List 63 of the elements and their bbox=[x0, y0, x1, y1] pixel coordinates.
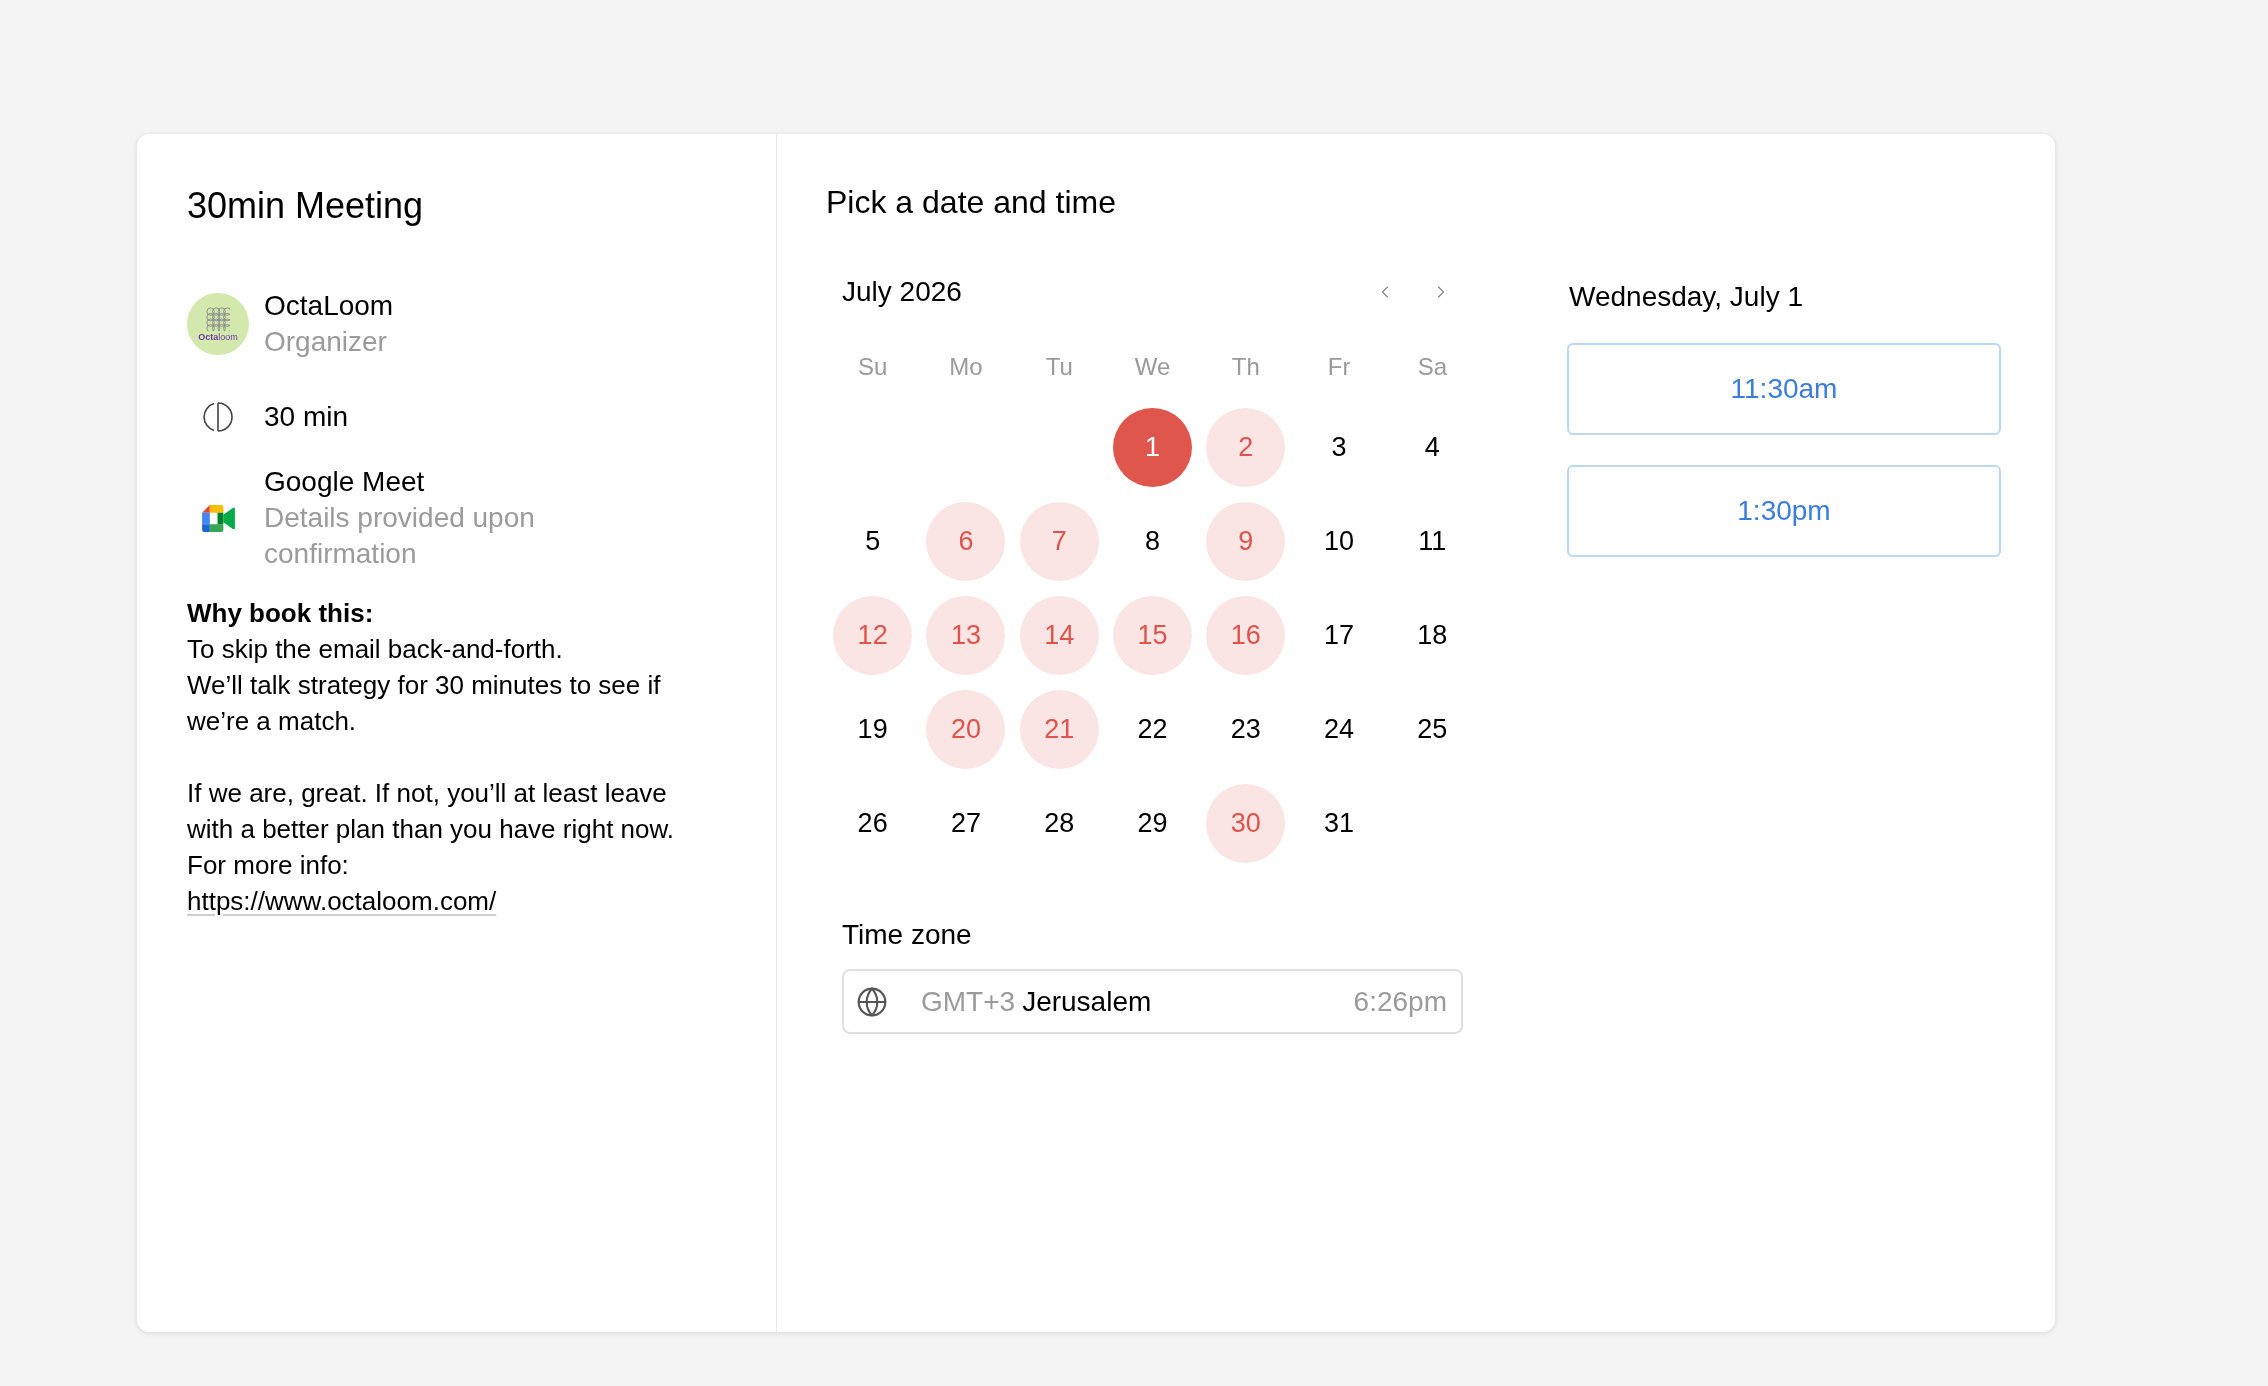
day-button[interactable]: 15 bbox=[1113, 595, 1192, 675]
day-number: 28 bbox=[1044, 807, 1075, 839]
time-zone-offset: GMT+3 bbox=[921, 984, 1016, 1019]
day-number: 24 bbox=[1324, 713, 1355, 745]
weekday-label: Sa bbox=[1417, 352, 1447, 382]
day-button[interactable]: 30 bbox=[1206, 783, 1286, 863]
day-number: 25 bbox=[1417, 713, 1448, 745]
weekday-label: Mo bbox=[949, 352, 983, 382]
day-button[interactable]: 9 bbox=[1206, 501, 1286, 581]
weekday-label: We bbox=[1134, 352, 1171, 382]
day-number: 23 bbox=[1230, 713, 1261, 745]
weekday-label: Fr bbox=[1327, 352, 1351, 382]
day-number: 17 bbox=[1324, 619, 1355, 651]
day-button[interactable]: 2 bbox=[1206, 407, 1286, 487]
day-number: 8 bbox=[1144, 525, 1160, 557]
day-number: 11 bbox=[1418, 525, 1447, 557]
location-name: Google Meet bbox=[264, 465, 425, 499]
time-zone-label: Time zone bbox=[842, 918, 972, 952]
day-number: 26 bbox=[857, 807, 888, 839]
local-time: 6:26pm bbox=[1353, 984, 1447, 1019]
split-circle-icon bbox=[202, 401, 234, 433]
day-number: 18 bbox=[1417, 619, 1448, 651]
organizer-role: Organizer bbox=[264, 325, 387, 359]
month-label: July 2026 bbox=[842, 275, 962, 309]
description-paragraph: If we are, great. If not, you’ll at least leave with a better plan than you have right now. For more info: bbox=[187, 777, 676, 882]
day-button[interactable]: 12 bbox=[833, 595, 913, 675]
day-number: 10 bbox=[1324, 525, 1355, 557]
weekday-label: Tu bbox=[1045, 352, 1073, 382]
day-number: 31 bbox=[1324, 807, 1355, 839]
description-paragraph: To skip the email back-and-forth. We’ll talk strategy for 30 minutes to see if we’re a match. bbox=[187, 633, 662, 738]
day-number: 27 bbox=[950, 807, 981, 839]
logo-text: Octaloom bbox=[198, 331, 238, 342]
day-number: 3 bbox=[1331, 431, 1347, 463]
weekday-label: Th bbox=[1231, 352, 1260, 382]
time-slot-button[interactable]: 11:30am bbox=[1567, 343, 2001, 435]
scheduler-title: Pick a date and time bbox=[826, 184, 1116, 220]
day-button[interactable]: 7 bbox=[1019, 501, 1099, 581]
day-button[interactable]: 21 bbox=[1019, 689, 1099, 769]
day-button[interactable]: 16 bbox=[1206, 595, 1286, 675]
website-link[interactable]: https://www.octaloom.com/ bbox=[187, 883, 497, 919]
location-detail: Details provided upon confirmation bbox=[264, 501, 536, 571]
day-button[interactable]: 6 bbox=[926, 501, 1006, 581]
event-title: 30min Meeting bbox=[187, 184, 424, 228]
day-button[interactable]: 20 bbox=[926, 689, 1006, 769]
day-button[interactable]: 13 bbox=[926, 595, 1006, 675]
duration-text: 30 min bbox=[264, 400, 349, 434]
day-number: 4 bbox=[1424, 431, 1440, 463]
day-button[interactable]: 1 bbox=[1113, 407, 1192, 487]
time-slot-button[interactable]: 1:30pm bbox=[1567, 465, 2001, 557]
day-number: 5 bbox=[865, 525, 881, 557]
day-number: 29 bbox=[1137, 807, 1168, 839]
video-camera-icon bbox=[201, 504, 235, 532]
description-heading: Why book this: bbox=[187, 597, 374, 630]
time-zone-city: Jerusalem bbox=[1022, 984, 1152, 1019]
ring-grid-icon bbox=[206, 306, 230, 331]
selected-date: Wednesday, July 1 bbox=[1568, 280, 1803, 314]
day-button[interactable]: 14 bbox=[1019, 595, 1099, 675]
day-number: 22 bbox=[1137, 713, 1168, 745]
organizer-name: OctaLoom bbox=[264, 289, 394, 323]
day-number: 19 bbox=[857, 713, 888, 745]
time-zone-select[interactable]: GMT+3 Jerusalem 6:26pm bbox=[842, 969, 1463, 1034]
weekday-label: Su bbox=[857, 352, 888, 382]
globe-icon bbox=[856, 985, 888, 1018]
